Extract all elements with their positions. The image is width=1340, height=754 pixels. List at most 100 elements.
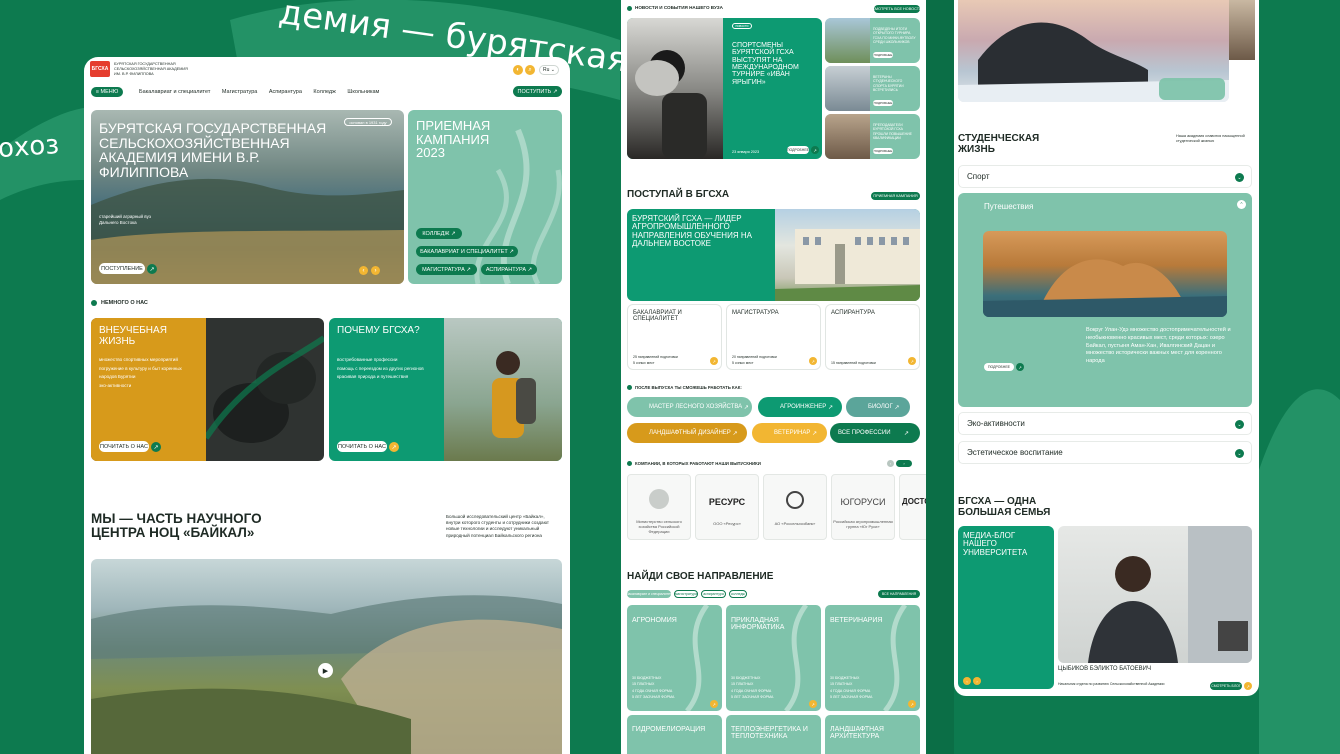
- nav-master[interactable]: Магистратура: [222, 89, 257, 95]
- company-logo-rosselhozbank[interactable]: АО «Россельхозбанк»: [763, 474, 827, 540]
- menu-button[interactable]: ≡ МЕНЮ: [91, 87, 123, 97]
- direction-card-landscape[interactable]: ЛАНДШАФТНАЯ АРХИТЕКТУРА: [825, 715, 920, 754]
- prev-icon[interactable]: ‹: [963, 677, 971, 685]
- apply-button[interactable]: ПОСТУПИТЬ ↗: [513, 86, 562, 97]
- news-side-card-1[interactable]: ПОДВЕДЕНЫ ИТОГИ ОТКРЫТОГО ТУРНИРА ГСХА П…: [825, 18, 920, 63]
- nav-school[interactable]: Школьникам: [347, 89, 379, 95]
- play-icon[interactable]: ▶: [318, 663, 333, 678]
- news-side-button-2[interactable]: ПОДРОБНЕЕ: [873, 100, 893, 106]
- direction-name-veterinary: ВЕТЕРИНАРИЯ: [830, 617, 883, 624]
- language-select[interactable]: Ru ⌄: [539, 65, 559, 75]
- direction-name-hydro: ГИДРОМЕЛИОРАЦИЯ: [632, 726, 706, 733]
- about-card2-button[interactable]: ПОЧИТАТЬ О НАС: [337, 441, 387, 452]
- all-directions-button[interactable]: ВСЕ НАПРАВЛЕНИЯ: [878, 590, 920, 598]
- direction-card-heat[interactable]: ТЕПЛОЭНЕРГЕТИКА И ТЕПЛОТЕХНИКА: [726, 715, 821, 754]
- chevron-up-icon[interactable]: ⌃: [1237, 200, 1246, 209]
- main-news-title: СПОРТСМЕНЫ БУРЯТСКОЙ ГСХА ВЫСТУПЯТ НА МЕ…: [732, 42, 799, 86]
- section-dot-icon: [627, 385, 632, 390]
- level-card-postgrad[interactable]: АСПИРАНТУРА 15 направлений подготовки ↗: [825, 304, 920, 370]
- accessibility-icon[interactable]: ◐: [513, 65, 523, 75]
- direction-card-veterinary[interactable]: ВЕТЕРИНАРИЯ 30 БЮДЖЕТНЫХ 15 ПЛАТНЫХ 4 ГОД…: [825, 605, 920, 711]
- admission-campaign-button[interactable]: ПРИЕМНАЯ КАМПАНИЯ: [871, 192, 920, 200]
- all-professions-button[interactable]: ВСЕ ПРОФЕССИИ ↗: [830, 423, 920, 443]
- career-forester[interactable]: МАСТЕР ЛЕСНОГО ХОЗЯЙСТВА ↗: [627, 397, 752, 417]
- accordion-aesthetic[interactable]: Эстетическое воспитание ⌄: [958, 441, 1252, 464]
- arrow-icon: ↗: [389, 442, 399, 452]
- level-title-master: МАГИСТРАТУРА: [732, 310, 779, 316]
- direction-name-agronomy: АГРОНОМИЯ: [632, 617, 677, 624]
- search-icon[interactable]: ⌕: [525, 65, 535, 75]
- company-logo-yugrusi[interactable]: ЮГОРУСИ Российская агропромышленная груп…: [831, 474, 895, 540]
- campaign-postgrad-button[interactable]: АСПИРАНТУРА ↗: [481, 264, 537, 275]
- accordion-travel-title[interactable]: Путешествия: [984, 202, 1033, 211]
- travel-more-button[interactable]: ПОДРОБНЕЕ: [984, 363, 1014, 371]
- slider-prev-icon[interactable]: ‹: [359, 266, 368, 275]
- company-logo-resurs[interactable]: РЕСУРС ООО «Ресурс»: [695, 474, 759, 540]
- news-label: НОВОСТИ И СОБЫТИЯ НАШЕГО ВУЗА: [635, 5, 723, 10]
- filter-bachelor[interactable]: бакалавриат и специалитет: [626, 590, 672, 598]
- hero-banner: БУРЯТСКАЯ ГОСУДАРСТВЕННАЯ СЕЛЬСКОХОЗЯЙСТ…: [91, 110, 404, 284]
- direction-card-hydro[interactable]: ГИДРОМЕЛИОРАЦИЯ: [627, 715, 722, 754]
- accordion-sport[interactable]: Спорт ⌄: [958, 165, 1252, 188]
- career-agroengineer[interactable]: АГРОИНЖЕНЕР ↗: [758, 397, 842, 417]
- campaign-college-button[interactable]: КОЛЛЕДЖ ↗: [416, 228, 462, 239]
- site-logo[interactable]: БГСХА: [90, 61, 110, 77]
- hero-subtitle: старейший аграрный вуз Дальнего Востока: [99, 214, 151, 226]
- view-blog-button[interactable]: СМОТРЕТЬ БЛОГ: [1210, 682, 1242, 690]
- news-side-card-3[interactable]: ПРЕПОДАВАТЕЛИ БУРЯТСКОЙ ГСХА ПРОШЛИ ПОВЫ…: [825, 114, 920, 159]
- companies-next-icon[interactable]: ›: [896, 460, 912, 467]
- career-landscape-designer[interactable]: ЛАНДШАФТНЫЙ ДИЗАЙНЕР ↗: [627, 423, 747, 443]
- filter-postgrad[interactable]: аспирантура: [701, 590, 726, 598]
- about-label: НЕМНОГО О НАС: [101, 300, 148, 306]
- career-veterinarian[interactable]: ВЕТЕРИНАР ↗: [752, 423, 827, 443]
- filter-master[interactable]: магистратура: [674, 590, 698, 598]
- family-title: БГСХА — ОДНА БОЛЬШАЯ СЕМЬЯ: [958, 496, 1051, 518]
- nav-college[interactable]: Колледж: [313, 89, 335, 95]
- next-icon[interactable]: ›: [973, 677, 981, 685]
- arrow-icon: ↗: [809, 357, 817, 365]
- campaign-title: ПРИЕМНАЯ КАМПАНИЯ 2023: [416, 118, 491, 161]
- level-card-bachelor[interactable]: БАКАЛАВРИАТ И СПЕЦИАЛИТЕТ 25 направлений…: [627, 304, 722, 370]
- direction-name-heat: ТЕПЛОЭНЕРГЕТИКА И ТЕПЛОТЕХНИКА: [731, 726, 808, 741]
- nav-postgrad[interactable]: Аспирантура: [269, 89, 302, 95]
- news-side-button-1[interactable]: ПОДРОБНЕЕ: [873, 52, 893, 58]
- career-biologist[interactable]: БИОЛОГ ↗: [846, 397, 910, 417]
- travel-text: Вокруг Улан-Удэ множество достопримечате…: [1086, 327, 1231, 365]
- admission-campaign-card: ПРИЕМНАЯ КАМПАНИЯ 2023 КОЛЛЕДЖ ↗ БАКАЛАВ…: [408, 110, 562, 284]
- admission-button[interactable]: ПОСТУПЛЕНИЕ: [99, 263, 145, 274]
- news-side-button-3[interactable]: ПОДРОБНЕЕ: [873, 148, 893, 154]
- slider-next-icon[interactable]: ›: [371, 266, 380, 275]
- main-news-card[interactable]: новости СПОРТСМЕНЫ БУРЯТСКОЙ ГСХА ВЫСТУП…: [627, 18, 822, 159]
- nav-bachelor[interactable]: Бакалавриат и специалитет: [139, 89, 210, 95]
- background-slogan-left: охоз: [0, 129, 61, 165]
- campaign-master-button[interactable]: МАГИСТРАТУРА ↗: [416, 264, 477, 275]
- baikal-video[interactable]: ▶: [91, 559, 562, 754]
- science-title: МЫ — ЧАСТЬ НАУЧНОГО ЦЕНТРА НОЦ «БАЙКАЛ»: [91, 511, 262, 541]
- arrow-icon: ↗: [151, 442, 161, 452]
- company-logo-dostoyanie[interactable]: ДОСТО: [899, 474, 926, 540]
- person-name: ЦЫБИКОВ БЭЛИКТО БАТОЕВИЧ: [1058, 666, 1151, 672]
- about-card1-button[interactable]: ПОЧИТАТЬ О НАС: [99, 441, 149, 452]
- main-nav: Бакалавриат и специалитет Магистратура А…: [139, 89, 389, 95]
- level-card-master[interactable]: МАГИСТРАТУРА 20 направлений подготовки 5 …: [726, 304, 821, 370]
- accordion-travel-panel: Путешествия ⌃ Вокруг Улан-Удэ множество …: [958, 193, 1252, 407]
- accordion-eco[interactable]: Эко-активности ⌄: [958, 412, 1252, 435]
- main-news-more-button[interactable]: ПОДРОБНЕЕ: [787, 146, 809, 154]
- company-logo-minselhoz[interactable]: Министерство сельского хозяйства Российс…: [627, 474, 691, 540]
- campus-photo-decor: [775, 229, 920, 301]
- boxing-photo-decor: [206, 335, 324, 443]
- filter-college[interactable]: колледж: [729, 590, 747, 598]
- page-home-bottom: СТУДЕНЧЕСКАЯ ЖИЗНЬ Наша академия славитс…: [954, 0, 1259, 696]
- arrow-icon: ↗: [811, 146, 819, 154]
- all-news-button[interactable]: СМОТРЕТЬ ВСЕ НОВОСТИ: [872, 5, 922, 13]
- arrow-icon: ↗: [710, 357, 718, 365]
- careers-label: ПОСЛЕ ВЫПУСКА ТЫ СМОЖЕШЬ РАБОТАТЬ КАК:: [635, 385, 742, 390]
- campaign-bachelor-button[interactable]: БАКАЛАВРИАТ И СПЕЦИАЛИТЕТ ↗: [416, 246, 518, 257]
- direction-card-informatics[interactable]: ПРИКЛАДНАЯ ИНФОРМАТИКА 30 БЮДЖЕТНЫХ 15 ПЛ…: [726, 605, 821, 711]
- companies-prev-icon[interactable]: ‹: [887, 460, 894, 467]
- direction-card-agronomy[interactable]: АГРОНОМИЯ 30 БЮДЖЕТНЫХ 15 ПЛАТНЫХ 4 ГОДА …: [627, 605, 722, 711]
- direction-info-informatics: 30 БЮДЖЕТНЫХ 15 ПЛАТНЫХ 4 ГОДА ОЧНАЯ ФОРМ…: [731, 676, 774, 700]
- news-side-card-2[interactable]: ВЕТЕРАНЫ СТУДЕНЧЕСКОГО СПОРТА БУРЯТИИ ВС…: [825, 66, 920, 111]
- science-text: Большой исследовательский центр «Байкал»…: [446, 514, 550, 538]
- section-dot-icon: [627, 461, 632, 466]
